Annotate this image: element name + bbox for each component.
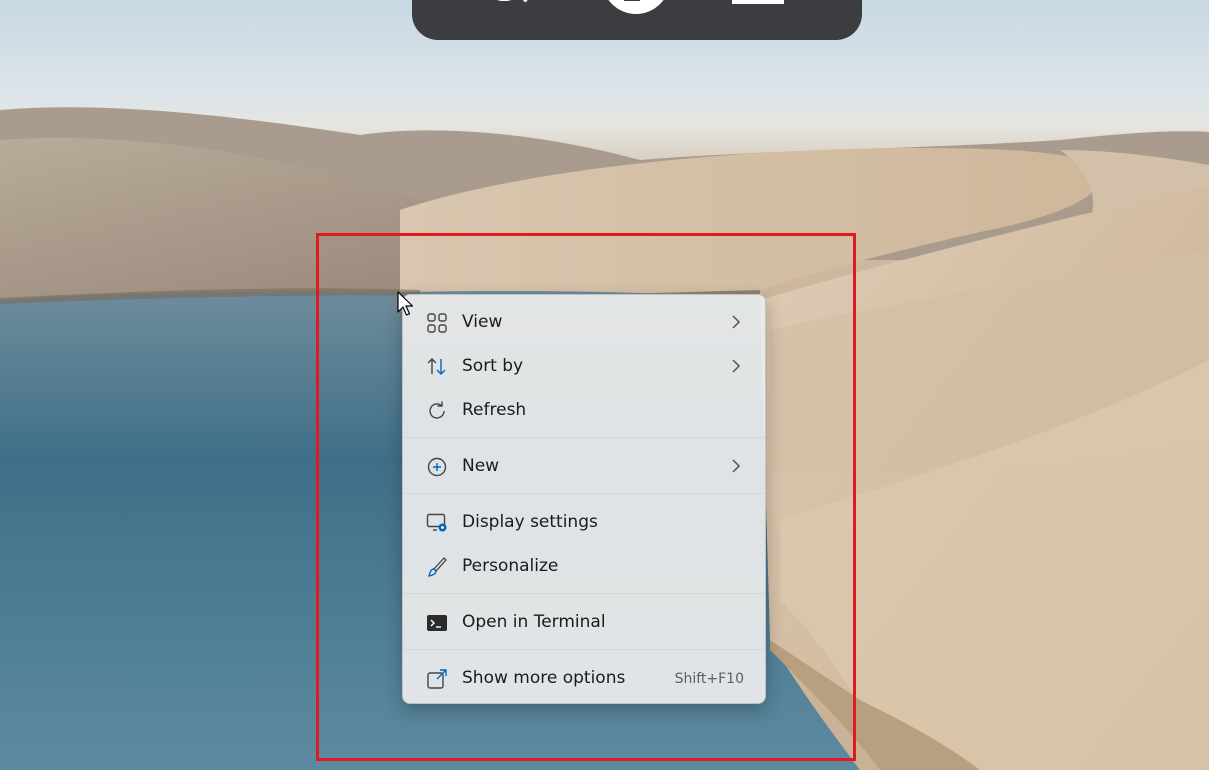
menu-item-personalize[interactable]: Personalize bbox=[408, 546, 760, 586]
external-link-icon bbox=[427, 669, 447, 689]
menu-separator bbox=[403, 493, 765, 494]
start-icon-mark bbox=[624, 0, 640, 1]
menu-item-label: Open in Terminal bbox=[462, 612, 606, 632]
search-icon[interactable] bbox=[490, 0, 518, 1]
menu-item-refresh[interactable]: Refresh bbox=[408, 390, 760, 430]
menu-item-label: Display settings bbox=[462, 512, 598, 532]
menu-item-shortcut: Shift+F10 bbox=[674, 671, 744, 687]
menu-item-label: View bbox=[462, 312, 503, 332]
menu-item-label: Sort by bbox=[462, 356, 524, 376]
view-grid-icon bbox=[427, 313, 447, 333]
desktop-context-menu: View Sort by Refresh New Display setting… bbox=[402, 294, 766, 704]
start-icon[interactable] bbox=[602, 0, 670, 14]
brush-icon bbox=[428, 557, 447, 577]
display-settings-icon bbox=[426, 513, 447, 532]
menu-item-display-settings[interactable]: Display settings bbox=[408, 502, 760, 542]
plus-circle-icon bbox=[427, 457, 447, 477]
refresh-icon bbox=[429, 401, 445, 419]
menu-separator bbox=[403, 593, 765, 594]
chevron-right-icon bbox=[732, 315, 741, 329]
menu-item-label: Refresh bbox=[462, 400, 527, 420]
menu-item-new[interactable]: New bbox=[408, 446, 760, 486]
chevron-right-icon bbox=[732, 359, 741, 373]
search-icon-handle bbox=[516, 0, 528, 3]
menu-separator bbox=[403, 649, 765, 650]
menu-item-view[interactable]: View bbox=[408, 302, 760, 342]
task-view-icon[interactable] bbox=[732, 0, 784, 4]
desktop[interactable]: View Sort by Refresh New Display setting… bbox=[0, 0, 1209, 770]
terminal-icon bbox=[427, 615, 447, 631]
menu-item-label: Show more options bbox=[462, 668, 626, 688]
menu-item-label: New bbox=[462, 456, 500, 476]
menu-item-open-in-terminal[interactable]: Open in Terminal bbox=[408, 602, 760, 642]
chevron-right-icon bbox=[732, 459, 741, 473]
sort-arrows-icon bbox=[427, 358, 446, 375]
menu-item-label: Personalize bbox=[462, 556, 559, 576]
mouse-cursor-icon bbox=[397, 291, 414, 316]
taskbar-flyout bbox=[412, 0, 862, 40]
menu-item-show-more-options[interactable]: Show more options Shift+F10 bbox=[408, 658, 760, 698]
menu-separator bbox=[403, 437, 765, 438]
menu-item-sort-by[interactable]: Sort by bbox=[408, 346, 760, 386]
